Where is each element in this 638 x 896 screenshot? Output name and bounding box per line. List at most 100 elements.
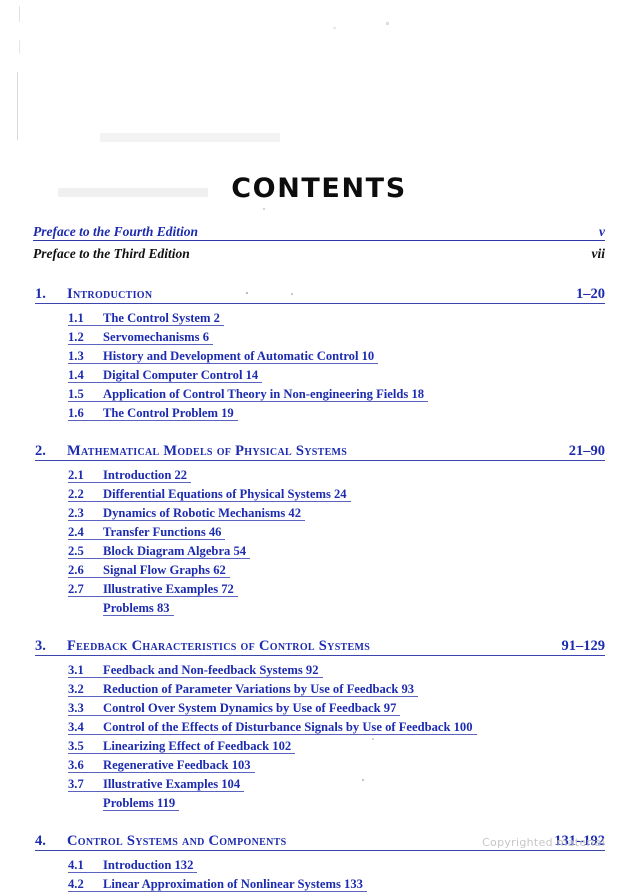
section-leader-rule (68, 363, 378, 364)
section-entry[interactable]: 2.6 Signal Flow Graphs 62 (33, 563, 605, 582)
section-leader-rule (68, 344, 213, 345)
section-number: 1.1 (68, 311, 84, 325)
section-entry[interactable]: 2.5 Block Diagram Algebra 54 (33, 544, 605, 563)
section-entry[interactable]: 2.2 Differential Equations of Physical Sy… (33, 487, 605, 506)
chapter-leader-rule (35, 460, 605, 461)
front-matter-title: Preface to the Third Edition (33, 246, 190, 261)
front-matter-page: v (599, 224, 605, 239)
chapter-block: 3. Feedback Characteristics of Control Sy… (33, 638, 605, 815)
section-entry[interactable]: 1.5 Application of Control Theory in Non-… (33, 387, 605, 406)
section-title: Reduction of Parameter Variations by Use… (103, 682, 415, 696)
section-entry[interactable]: Problems 119 (33, 796, 605, 815)
section-leader-rule (68, 539, 225, 540)
section-leader-rule (68, 577, 230, 578)
section-title: Problems 83 (103, 601, 170, 615)
section-entry[interactable]: 1.3 History and Development of Automatic … (33, 349, 605, 368)
section-leader-rule (68, 501, 351, 502)
chapter-heading[interactable]: 3. Feedback Characteristics of Control Sy… (33, 638, 605, 661)
section-number: 2.6 (68, 563, 84, 577)
section-title: Illustrative Examples 72 (103, 582, 234, 596)
section-leader-rule (68, 401, 428, 402)
section-number: 3.6 (68, 758, 84, 772)
chapter-leader-rule (35, 655, 605, 656)
chapter-number: 4. (35, 833, 46, 849)
section-number: 1.4 (68, 368, 84, 382)
section-leader-rule (68, 696, 418, 697)
scan-artifact-line (19, 40, 20, 54)
section-entry[interactable]: 3.7 Illustrative Examples 104 (33, 777, 605, 796)
section-entry[interactable]: 2.3 Dynamics of Robotic Mechanisms 42 (33, 506, 605, 525)
section-entry[interactable]: 3.1 Feedback and Non-feedback Systems 92 (33, 663, 605, 682)
section-number: 1.2 (68, 330, 84, 344)
page-title: CONTENTS (231, 173, 407, 205)
section-entry[interactable]: 4.1 Introduction 132 (33, 858, 605, 877)
section-leader-rule (68, 891, 367, 892)
chapter-page-range: 1–20 (576, 286, 605, 302)
chapter-number: 2. (35, 443, 46, 459)
section-entry[interactable]: 2.7 Illustrative Examples 72 (33, 582, 605, 601)
front-matter-entry: Preface to the Third Edition vii (33, 246, 605, 268)
scan-artifact-smudge (100, 133, 280, 142)
chapter-heading[interactable]: 2. Mathematical Models of Physical System… (33, 443, 605, 466)
section-leader-rule (68, 520, 305, 521)
chapter-page-range: 91–129 (561, 638, 606, 654)
section-entry[interactable]: 2.4 Transfer Functions 46 (33, 525, 605, 544)
section-entry[interactable]: 1.4 Digital Computer Control 14 (33, 368, 605, 387)
chapter-page-range: 21–90 (568, 443, 605, 459)
table-of-contents: Preface to the Fourth Edition v Preface to… (33, 224, 605, 896)
scan-artifact-line (19, 6, 20, 22)
section-title: Control of the Effects of Disturbance Si… (103, 720, 473, 734)
chapter-title: Mathematical Models of Physical Systems (67, 443, 348, 459)
front-matter-title: Preface to the Fourth Edition (33, 224, 199, 239)
chapter-number: 1. (35, 286, 46, 302)
section-title: Servomechanisms 6 (103, 330, 209, 344)
section-number: 4.2 (68, 877, 84, 891)
section-leader-rule (68, 382, 262, 383)
section-number: 3.1 (68, 663, 84, 677)
section-number: 3.3 (68, 701, 84, 715)
section-entry[interactable]: 1.2 Servomechanisms 6 (33, 330, 605, 349)
section-title: Problems 119 (103, 796, 176, 810)
section-leader-rule (68, 772, 255, 773)
section-number: 2.4 (68, 525, 84, 539)
section-leader-rule (68, 715, 400, 716)
section-entry[interactable]: 1.1 The Control System 2 (33, 311, 605, 330)
front-matter-list: Preface to the Fourth Edition v Preface to… (33, 224, 605, 268)
chapter-list: 1. Introduction 1–20 1.1 The Control System … (33, 286, 605, 896)
section-title: Differential Equations of Physical Syste… (103, 487, 347, 501)
chapter-heading[interactable]: 1. Introduction 1–20 (33, 286, 605, 309)
section-entry[interactable]: 1.6 The Control Problem 19 (33, 406, 605, 425)
section-number: 2.2 (68, 487, 84, 501)
section-entry[interactable]: 3.3 Control Over System Dynamics by Use o… (33, 701, 605, 720)
section-entry[interactable]: 3.4 Control of the Effects of Disturbance… (33, 720, 605, 739)
section-number: 3.4 (68, 720, 84, 734)
section-title: Signal Flow Graphs 62 (103, 563, 226, 577)
section-title: Block Diagram Algebra 54 (103, 544, 247, 558)
section-title: Linearizing Effect of Feedback 102 (103, 739, 292, 753)
section-entry[interactable]: 3.6 Regenerative Feedback 103 (33, 758, 605, 777)
section-number: 4.1 (68, 858, 84, 872)
section-number: 3.7 (68, 777, 84, 791)
front-matter-entry[interactable]: Preface to the Fourth Edition v (33, 224, 605, 246)
section-list: 2.1 Introduction 22 2.2 Differential Equati… (33, 468, 605, 620)
section-entry[interactable]: Problems 83 (33, 601, 605, 620)
section-entry[interactable]: 2.1 Introduction 22 (33, 468, 605, 487)
chapter-leader-rule (35, 850, 605, 851)
section-number: 3.5 (68, 739, 84, 753)
section-leader-rule (68, 791, 244, 792)
section-entry[interactable]: 4.2 Linear Approximation of Nonlinear Sys… (33, 877, 605, 896)
scan-artifact-line (17, 72, 18, 140)
section-leader-rule (68, 558, 250, 559)
section-leader-rule (68, 482, 191, 483)
chapter-number: 3. (35, 638, 46, 654)
chapter-title: Feedback Characteristics of Control Syst… (67, 638, 371, 654)
section-leader-rule (68, 325, 224, 326)
section-entry[interactable]: 3.2 Reduction of Parameter Variations by … (33, 682, 605, 701)
entry-leader-rule (33, 240, 605, 241)
section-title: Introduction 22 (103, 468, 188, 482)
section-entry[interactable]: 3.5 Linearizing Effect of Feedback 102 (33, 739, 605, 758)
chapter-block: 2. Mathematical Models of Physical System… (33, 443, 605, 620)
section-title: Control Over System Dynamics by Use of F… (103, 701, 397, 715)
section-leader-rule (68, 872, 197, 873)
section-title: Illustrative Examples 104 (103, 777, 241, 791)
